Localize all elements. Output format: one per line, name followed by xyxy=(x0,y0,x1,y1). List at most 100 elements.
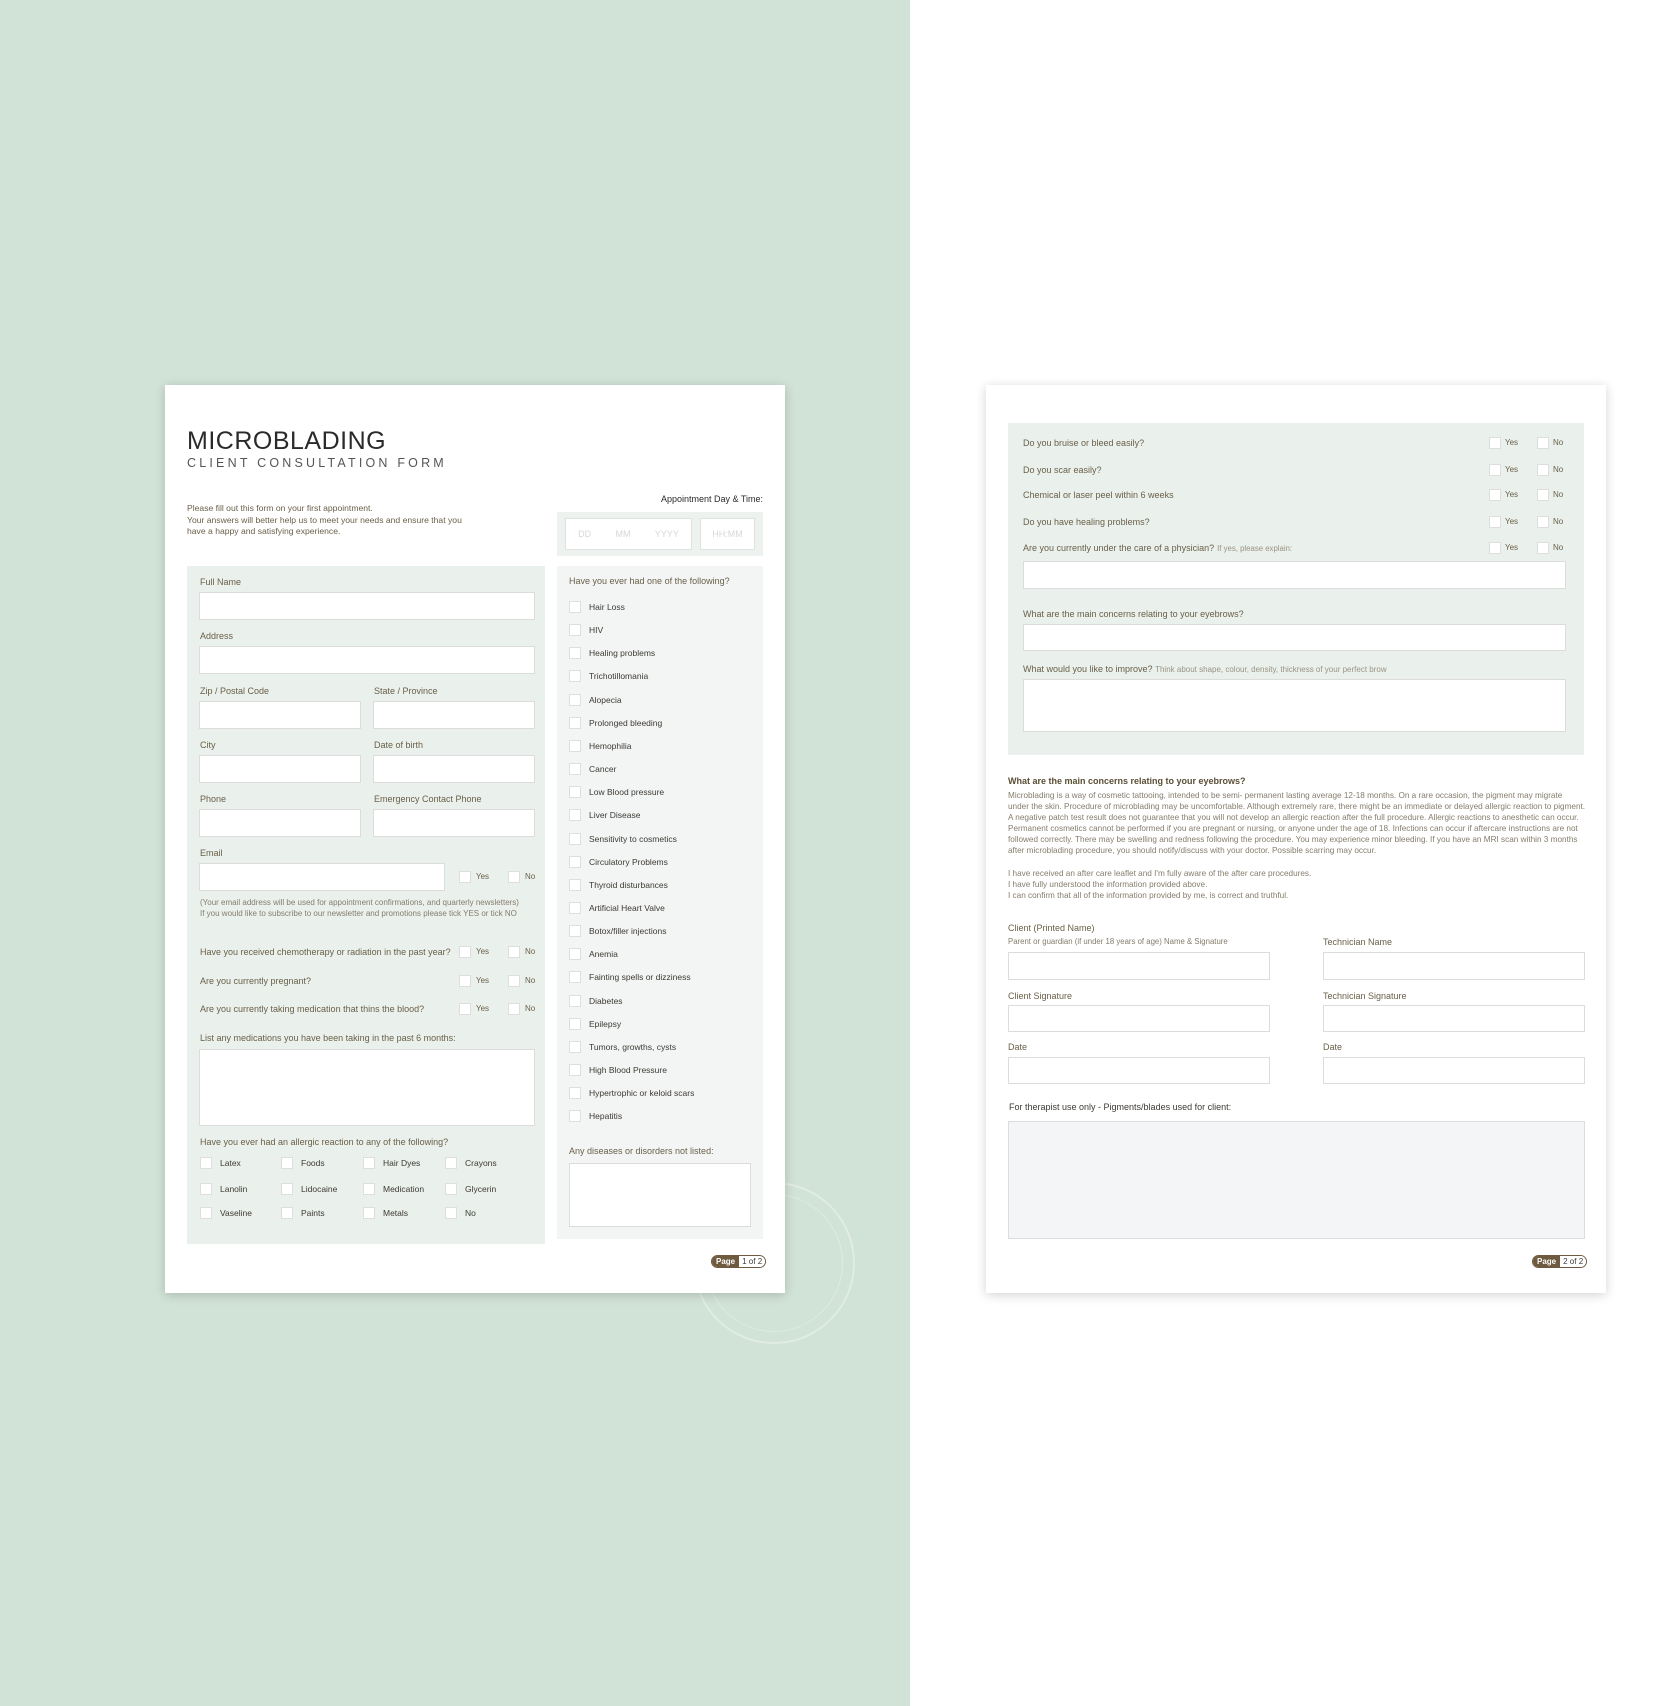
condition-checkbox[interactable] xyxy=(569,925,581,938)
phone-input[interactable] xyxy=(199,809,361,837)
yes-checkbox[interactable] xyxy=(1489,437,1501,449)
allergy-option-label: Metals xyxy=(383,1208,409,1218)
page-word: Page xyxy=(712,1256,740,1267)
condition-checkbox[interactable] xyxy=(569,693,581,706)
page-word: Page xyxy=(1533,1256,1561,1267)
client-date-input[interactable] xyxy=(1008,1057,1270,1084)
appointment-time-field[interactable]: HH:MM xyxy=(700,518,755,550)
city-input[interactable] xyxy=(199,755,361,783)
medications-textarea[interactable] xyxy=(199,1049,535,1126)
therapist-notes-textarea[interactable] xyxy=(1008,1121,1585,1239)
condition-checkbox[interactable] xyxy=(569,716,581,729)
condition-checkbox[interactable] xyxy=(569,1087,581,1100)
full-name-input[interactable] xyxy=(199,592,535,620)
blood-thinner-no-checkbox[interactable] xyxy=(508,1003,520,1015)
condition-checkbox[interactable] xyxy=(569,1110,581,1123)
yes-checkbox[interactable] xyxy=(1489,542,1501,554)
condition-checkbox[interactable] xyxy=(569,971,581,984)
improve-textarea[interactable] xyxy=(1023,679,1566,732)
day-placeholder: DD xyxy=(578,529,592,539)
state-label: State / Province xyxy=(374,686,438,696)
no-label: No xyxy=(1553,438,1564,447)
microblading-info: Microblading is a way of cosmetic tattoo… xyxy=(1008,790,1588,856)
state-input[interactable] xyxy=(373,701,535,729)
no-checkbox[interactable] xyxy=(1537,516,1549,528)
condition-checkbox[interactable] xyxy=(569,1064,581,1076)
yes-label: Yes xyxy=(476,1004,490,1013)
yes-checkbox[interactable] xyxy=(1489,464,1501,476)
condition-checkbox[interactable] xyxy=(569,739,581,752)
yes-label: Yes xyxy=(476,947,490,956)
condition-checkbox[interactable] xyxy=(569,832,581,845)
technician-signature-input[interactable] xyxy=(1323,1005,1585,1032)
client-signature-input[interactable] xyxy=(1008,1005,1270,1032)
condition-checkbox[interactable] xyxy=(569,601,581,613)
technician-name-input[interactable] xyxy=(1323,952,1585,980)
condition-label: Hypertrophic or keloid scars xyxy=(589,1088,695,1099)
condition-checkbox[interactable] xyxy=(569,786,581,799)
city-label: City xyxy=(200,740,216,750)
condition-checkbox[interactable] xyxy=(569,901,581,914)
allergy-checkbox[interactable] xyxy=(281,1207,293,1219)
condition-checkbox[interactable] xyxy=(569,855,581,868)
condition-checkbox[interactable] xyxy=(569,878,581,891)
allergy-checkbox[interactable] xyxy=(200,1207,212,1219)
allergy-checkbox[interactable] xyxy=(445,1183,457,1195)
yes-checkbox[interactable] xyxy=(1489,489,1501,501)
condition-checkbox[interactable] xyxy=(569,624,581,637)
client-printed-name-input[interactable] xyxy=(1008,952,1270,980)
zip-label: Zip / Postal Code xyxy=(200,686,270,696)
allergy-checkbox[interactable] xyxy=(281,1157,293,1169)
allergy-checkbox[interactable] xyxy=(445,1157,457,1169)
condition-checkbox[interactable] xyxy=(569,809,581,822)
eyebrow-concerns-input[interactable] xyxy=(1023,624,1566,651)
allergy-checkbox[interactable] xyxy=(200,1183,212,1195)
newsletter-no-checkbox[interactable] xyxy=(508,871,520,883)
allergy-label: Have you ever had an allergic reaction t… xyxy=(200,1137,449,1147)
blood-thinner-yes-checkbox[interactable] xyxy=(459,1003,471,1015)
technician-date-input[interactable] xyxy=(1323,1057,1585,1084)
condition-checkbox[interactable] xyxy=(569,994,581,1007)
no-checkbox[interactable] xyxy=(1537,437,1549,449)
no-checkbox[interactable] xyxy=(1537,489,1549,501)
condition-checkbox[interactable] xyxy=(569,670,581,683)
condition-checkbox[interactable] xyxy=(569,1040,581,1053)
no-checkbox[interactable] xyxy=(1537,542,1549,554)
form-subtitle: CLIENT CONSULTATION FORM xyxy=(187,456,447,470)
intro-text: Please fill out this form on your first … xyxy=(187,503,487,538)
email-note: (Your email address will be used for app… xyxy=(200,897,519,919)
zip-input[interactable] xyxy=(199,701,361,729)
appointment-date-field[interactable]: DD MM YYYY xyxy=(565,518,692,550)
condition-checkbox[interactable] xyxy=(569,647,581,660)
not-listed-textarea[interactable] xyxy=(569,1163,751,1227)
allergy-checkbox[interactable] xyxy=(363,1183,375,1195)
year-placeholder: YYYY xyxy=(654,529,679,539)
pregnant-no-checkbox[interactable] xyxy=(508,975,520,987)
condition-checkbox[interactable] xyxy=(569,1017,581,1030)
condition-checkbox[interactable] xyxy=(569,948,581,961)
condition-checkbox[interactable] xyxy=(569,763,581,776)
allergy-checkbox[interactable] xyxy=(200,1157,212,1169)
allergy-checkbox[interactable] xyxy=(363,1157,375,1169)
allergy-option-label: Lidocaine xyxy=(301,1184,338,1194)
allergy-checkbox[interactable] xyxy=(445,1207,457,1219)
consent-line: I have received an after care leaflet an… xyxy=(1008,869,1312,878)
emergency-phone-input[interactable] xyxy=(373,809,535,837)
email-note-line: (Your email address will be used for app… xyxy=(200,898,519,907)
newsletter-yes-checkbox[interactable] xyxy=(459,871,471,883)
condition-label: Trichotillomania xyxy=(589,671,649,682)
dob-input[interactable] xyxy=(373,755,535,783)
physician-explain-input[interactable] xyxy=(1023,561,1566,589)
email-input[interactable] xyxy=(199,863,445,891)
address-input[interactable] xyxy=(199,646,535,674)
chemotherapy-yes-checkbox[interactable] xyxy=(459,946,471,958)
pregnant-yes-checkbox[interactable] xyxy=(459,975,471,987)
allergy-checkbox[interactable] xyxy=(281,1183,293,1195)
health-question: Do you bruise or bleed easily? xyxy=(1023,438,1144,448)
chemotherapy-no-checkbox[interactable] xyxy=(508,946,520,958)
yes-checkbox[interactable] xyxy=(1489,516,1501,528)
no-checkbox[interactable] xyxy=(1537,464,1549,476)
allergy-checkbox[interactable] xyxy=(363,1207,375,1219)
form-title: MICROBLADING xyxy=(187,427,387,455)
condition-label: Hemophilia xyxy=(589,740,632,751)
